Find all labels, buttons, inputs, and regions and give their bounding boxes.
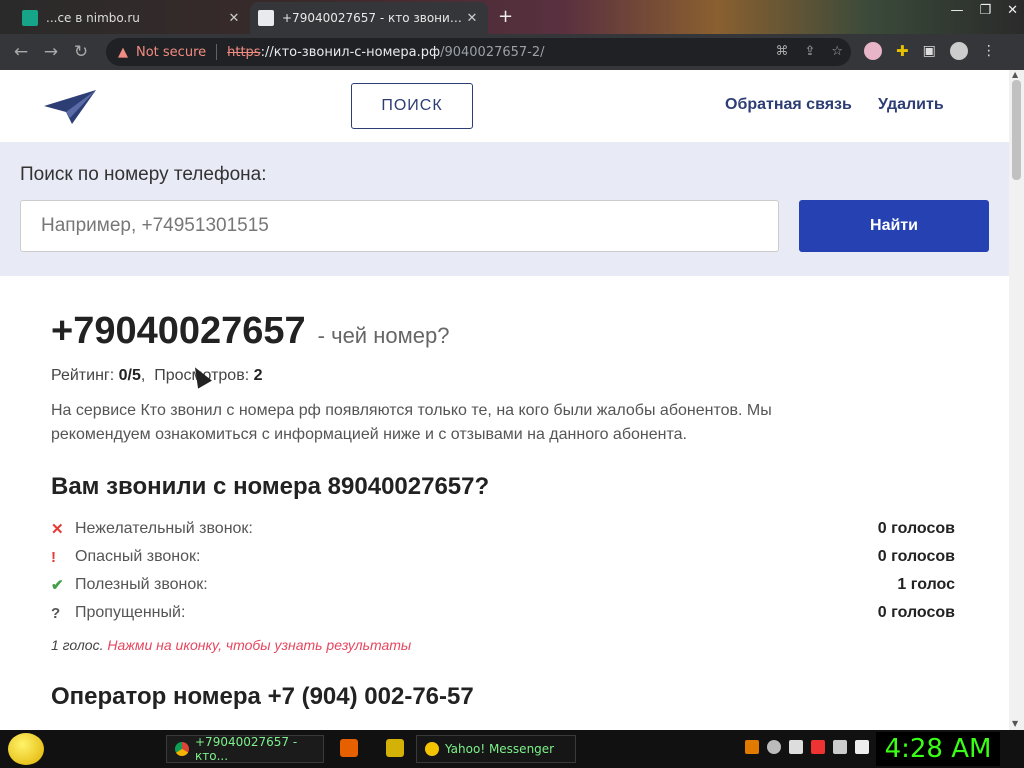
- menu-kebab-icon[interactable]: ⋮: [982, 43, 996, 59]
- omnibox-actions: ⌘ ⇪ ☆: [775, 44, 843, 59]
- puzzle-icon[interactable]: ✚: [896, 42, 909, 60]
- web-page: ПОИСК Обратная связь Удалить Поиск по но…: [0, 70, 1009, 730]
- window-controls: — ❐ ✕: [950, 0, 1018, 20]
- scroll-up-icon[interactable]: ▲: [1012, 70, 1018, 79]
- os-taskbar: +79040027657 - кто... Yahoo! Messenger 4…: [0, 730, 1024, 768]
- network-icon[interactable]: [833, 740, 847, 754]
- search-icon[interactable]: [745, 740, 759, 754]
- document-icon[interactable]: [789, 740, 803, 754]
- cross-icon[interactable]: ✕: [51, 520, 75, 538]
- warning-icon: ▲: [118, 44, 128, 60]
- vote-count: 0 голосов: [877, 548, 955, 565]
- rating-row: Рейтинг: 0/5, Просмотров: 2: [51, 367, 263, 384]
- url-path: /9040027657-2/: [440, 44, 545, 60]
- minimize-icon[interactable]: —: [950, 3, 963, 18]
- site-favicon-icon: [22, 10, 38, 26]
- find-button[interactable]: Найти: [799, 200, 989, 252]
- vote-label: Опасный звонок:: [75, 548, 201, 565]
- taskbar-item-label: Yahoo! Messenger: [445, 742, 555, 756]
- browser-toolbar: ← → ↻ ▲ Not secure https ://кто-звонил-с…: [0, 34, 1024, 70]
- maximize-icon[interactable]: ❐: [979, 3, 991, 18]
- vote-label: Пропущенный:: [75, 604, 186, 621]
- url-scheme: https: [227, 44, 261, 60]
- tab-close-icon[interactable]: ✕: [226, 11, 242, 26]
- tab-close-icon[interactable]: ✕: [464, 11, 480, 26]
- system-clock[interactable]: 4:28 AM: [876, 732, 1000, 766]
- feedback-link[interactable]: Обратная связь: [725, 96, 852, 114]
- address-bar[interactable]: ▲ Not secure https ://кто-звонил-с-номер…: [106, 38, 851, 66]
- operator-heading: Оператор номера +7 (904) 002-76-57: [51, 683, 474, 710]
- new-tab-button[interactable]: +: [498, 6, 513, 27]
- vote-row-useful[interactable]: ✔ Полезный звонок: 1 голос: [51, 571, 955, 599]
- scroll-thumb[interactable]: [1012, 80, 1021, 180]
- back-icon[interactable]: ←: [6, 42, 36, 62]
- page-scrollbar[interactable]: ▲ ▼: [1009, 70, 1024, 730]
- exclamation-icon[interactable]: !: [51, 549, 75, 566]
- vote-label: Нежелательный звонок:: [75, 520, 253, 537]
- profile-avatar-icon[interactable]: [949, 42, 968, 60]
- search-label: Поиск по номеру телефона:: [20, 164, 267, 185]
- minus-icon[interactable]: [767, 740, 781, 754]
- question-icon[interactable]: ?: [51, 605, 75, 622]
- reload-icon[interactable]: ↻: [66, 42, 96, 62]
- taskbar-item-label: +79040027657 - кто...: [195, 735, 298, 763]
- page-title: +79040027657: [51, 310, 306, 352]
- votes-note: 1 голос. Нажми на иконку, чтобы узнать р…: [51, 637, 955, 653]
- tab-title: +79040027657 - кто звонил? От: [282, 11, 464, 25]
- main-content: +79040027657 - чей номер? Рейтинг: 0/5, …: [51, 310, 955, 711]
- system-tray: [745, 740, 869, 754]
- share-icon[interactable]: ⇪: [804, 44, 815, 59]
- extensions-area: ✚ ▣ ⋮: [864, 42, 996, 60]
- votes-total: 1 голос.: [51, 637, 104, 653]
- rating-label: Рейтинг:: [51, 367, 115, 384]
- translate-icon[interactable]: ⌘: [775, 44, 788, 59]
- vote-row-missed[interactable]: ? Пропущенный: 0 голосов: [51, 599, 955, 627]
- taskbar-yahoo-item[interactable]: Yahoo! Messenger: [416, 735, 576, 763]
- site-favicon-icon: [258, 10, 274, 26]
- scroll-down-icon[interactable]: ▼: [1012, 719, 1018, 728]
- checkmark-icon[interactable]: ✔: [51, 576, 75, 594]
- flag-icon[interactable]: [811, 740, 825, 754]
- paper-plane-logo-icon[interactable]: [42, 88, 98, 128]
- volume-icon[interactable]: [855, 740, 869, 754]
- browser-tab-bar: ...се в nimbo.ru ✕ +79040027657 - кто зв…: [0, 0, 1024, 34]
- page-title-row: +79040027657 - чей номер?: [51, 310, 955, 353]
- vote-label: Полезный звонок:: [75, 576, 208, 593]
- window-close-icon[interactable]: ✕: [1007, 3, 1018, 18]
- search-nav-button[interactable]: ПОИСК: [351, 83, 473, 129]
- tab-title: ...се в nimbo.ru: [46, 11, 140, 25]
- start-smiley-icon[interactable]: [8, 733, 44, 765]
- chrome-icon: [175, 742, 189, 756]
- phone-search-section: Поиск по номеру телефона: Найти: [0, 142, 1009, 276]
- service-description: На сервисе Кто звонил с номера рф появля…: [51, 402, 772, 443]
- phone-search-input[interactable]: [20, 200, 779, 252]
- not-secure-label[interactable]: Not secure: [136, 45, 206, 60]
- called-heading: Вам звонили с номера 89040027657?: [51, 473, 490, 500]
- divider: [216, 44, 218, 60]
- folder-icon[interactable]: [386, 739, 404, 757]
- yahoo-smiley-icon: [425, 742, 439, 756]
- firefox-icon[interactable]: [340, 739, 358, 757]
- bookmark-star-icon[interactable]: ☆: [831, 44, 843, 59]
- tab-active[interactable]: +79040027657 - кто звонил? От ✕: [250, 2, 488, 34]
- site-header: ПОИСК Обратная связь Удалить: [0, 70, 1009, 142]
- vote-count: 0 голосов: [877, 520, 955, 537]
- vote-row-unwanted[interactable]: ✕ Нежелательный звонок: 0 голосов: [51, 515, 955, 543]
- vote-row-dangerous[interactable]: ! Опасный звонок: 0 голосов: [51, 543, 955, 571]
- votes-hint: Нажми на иконку, чтобы узнать результаты: [107, 637, 412, 653]
- sidepanel-icon[interactable]: ▣: [923, 43, 936, 59]
- extension-icon[interactable]: [864, 42, 882, 60]
- vote-count: 0 голосов: [877, 604, 955, 621]
- vote-count: 1 голос: [897, 576, 955, 593]
- views-value: 2: [253, 367, 263, 384]
- forward-icon[interactable]: →: [36, 42, 66, 62]
- tab-inactive[interactable]: ...се в nimbo.ru ✕: [14, 2, 250, 34]
- taskbar-chrome-item[interactable]: +79040027657 - кто...: [166, 735, 324, 763]
- url-host: ://кто-звонил-с-номера.рф: [260, 44, 441, 60]
- votes-list: ✕ Нежелательный звонок: 0 голосов ! Опас…: [51, 515, 955, 627]
- delete-link[interactable]: Удалить: [878, 96, 944, 114]
- rating-value: 0/5: [118, 367, 141, 384]
- page-subtitle: - чей номер?: [317, 323, 450, 348]
